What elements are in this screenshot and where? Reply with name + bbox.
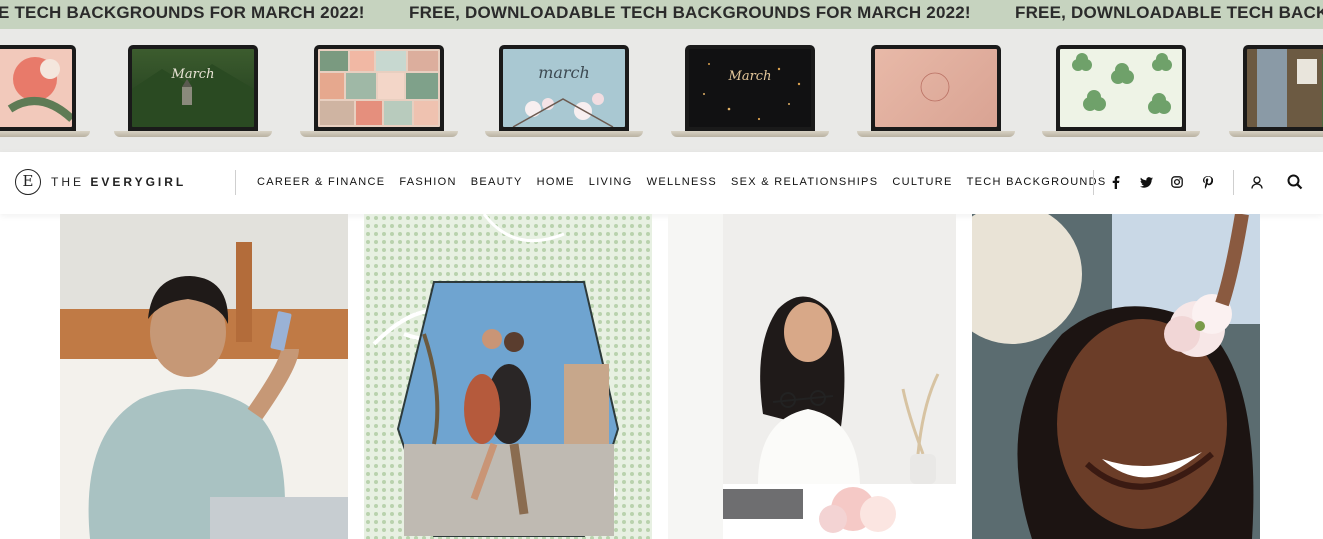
article-tile-woman-glasses[interactable]	[668, 214, 956, 539]
photo-woman-in-bed	[60, 214, 348, 539]
article-tile-couple-hexagon[interactable]	[364, 214, 652, 539]
laptop-wallpaper-1[interactable]	[0, 45, 90, 137]
photo-smiling-woman	[972, 214, 1260, 539]
wallpaper-castle-forest: March	[132, 49, 254, 127]
user-icon[interactable]	[1249, 173, 1265, 191]
wallpaper-shamrocks	[1060, 49, 1182, 127]
logo-the: THE	[51, 175, 91, 189]
nav-fashion[interactable]: FASHION	[399, 176, 456, 188]
article-tile-smiling-woman[interactable]	[972, 214, 1260, 539]
site-header: E THE EVERYGIRL CAREER & FINANCE FASHION…	[0, 152, 1323, 214]
wallpaper-photo-collage	[318, 49, 440, 127]
divider	[1233, 170, 1234, 195]
nav-culture[interactable]: CULTURE	[892, 176, 952, 188]
main-nav: CAREER & FINANCE FASHION BEAUTY HOME LIV…	[257, 176, 1121, 188]
ticker-text-3: FREE, DOWNLOADABLE TECH BACKG	[1015, 3, 1323, 22]
wallpaper-pink-texture	[875, 49, 997, 127]
tech-backgrounds-banner[interactable]: E TECH BACKGROUNDS FOR MARCH 2022! FREE,…	[0, 0, 1323, 152]
search-icon[interactable]	[1287, 173, 1303, 191]
facebook-icon[interactable]	[1108, 173, 1124, 191]
wallpaper-street-building	[1247, 49, 1323, 127]
site-logo[interactable]: THE EVERYGIRL	[51, 175, 186, 189]
laptop-wallpaper-8[interactable]	[1229, 45, 1323, 137]
divider	[1093, 170, 1094, 195]
divider	[235, 170, 236, 195]
twitter-icon[interactable]	[1138, 173, 1154, 191]
article-tile-woman-in-bed[interactable]	[60, 214, 348, 539]
banner-ticker: E TECH BACKGROUNDS FOR MARCH 2022! FREE,…	[0, 0, 1323, 29]
nav-sex-relationships[interactable]: SEX & RELATIONSHIPS	[731, 176, 878, 188]
laptop-wallpaper-2[interactable]: March	[114, 45, 272, 137]
logo-brand: EVERYGIRL	[90, 175, 187, 189]
wallpaper-cherry-blossom: march	[503, 49, 625, 127]
laptop-wallpaper-4[interactable]: march	[485, 45, 643, 137]
laptop-wallpaper-3[interactable]	[300, 45, 458, 137]
logo-mark[interactable]: E	[15, 169, 41, 195]
nav-home[interactable]: HOME	[537, 176, 575, 188]
nav-wellness[interactable]: WELLNESS	[647, 176, 717, 188]
nav-tech-backgrounds[interactable]: TECH BACKGROUNDS	[967, 176, 1107, 188]
pinterest-icon[interactable]	[1200, 173, 1216, 191]
nav-beauty[interactable]: BEAUTY	[471, 176, 523, 188]
wallpaper-abstract-pink	[0, 49, 72, 127]
instagram-icon[interactable]	[1169, 173, 1185, 191]
wallpaper-night-sparkle: March	[689, 49, 811, 127]
nav-living[interactable]: LIVING	[589, 176, 633, 188]
ticker-text-2: FREE, DOWNLOADABLE TECH BACKGROUNDS FOR …	[409, 3, 971, 22]
laptop-wallpaper-7[interactable]	[1042, 45, 1200, 137]
laptop-wallpaper-6[interactable]	[857, 45, 1015, 137]
article-grid	[0, 214, 1323, 539]
photo-woman-glasses	[668, 214, 956, 539]
nav-career-finance[interactable]: CAREER & FINANCE	[257, 176, 385, 188]
laptop-wallpaper-5[interactable]: March	[671, 45, 829, 137]
photo-couple-hexagon	[364, 214, 652, 539]
ticker-text-1: E TECH BACKGROUNDS FOR MARCH 2022!	[0, 3, 365, 22]
